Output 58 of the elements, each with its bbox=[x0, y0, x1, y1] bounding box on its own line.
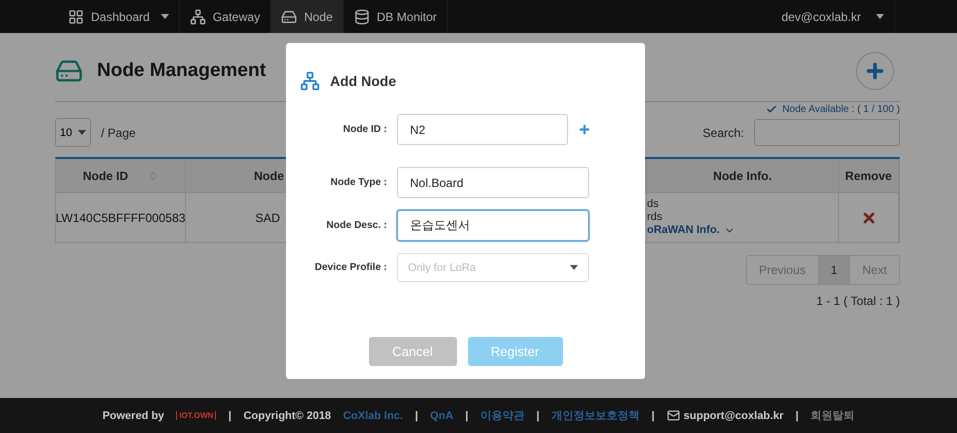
nav-tab[interactable]: DB Monitor bbox=[344, 0, 448, 33]
field-label: Node Desc. : bbox=[325, 220, 388, 231]
search-label: Search: bbox=[702, 126, 744, 140]
database-icon bbox=[354, 8, 370, 24]
column-header: Node bbox=[186, 159, 287, 193]
sitemap-icon bbox=[190, 8, 206, 24]
nav-tab[interactable]: Dashboard bbox=[58, 0, 180, 33]
page-size-label: / Page bbox=[101, 126, 136, 140]
sort-icon bbox=[148, 170, 158, 180]
info-text: rds bbox=[647, 211, 664, 224]
withdraw-link[interactable]: 회원탈퇴 bbox=[810, 408, 855, 423]
dialog-title: Add Node bbox=[330, 73, 396, 89]
table-cell: LW140C5BFFFF000583 bbox=[56, 193, 186, 243]
field-label: Node Type : bbox=[330, 177, 388, 188]
page-button[interactable]: 1 bbox=[818, 256, 850, 284]
caret-icon bbox=[570, 265, 578, 270]
hard-drive-icon bbox=[281, 8, 298, 24]
info-link[interactable]: oRaWAN Info. bbox=[647, 224, 838, 237]
column-header[interactable]: Node ID bbox=[56, 159, 186, 193]
separator: | bbox=[465, 410, 468, 422]
availability-text: Node Available : ( 1 / 100 ) bbox=[766, 104, 900, 115]
separator: | bbox=[414, 410, 418, 422]
field-label: Device Profile : bbox=[314, 262, 388, 273]
add-button[interactable] bbox=[856, 52, 894, 90]
footer-link[interactable]: 개인정보보호정책 bbox=[551, 408, 640, 423]
field-label: Node ID : bbox=[342, 124, 388, 135]
email-text: support@coxlab.kr bbox=[684, 410, 784, 422]
page-title: Node Management bbox=[97, 60, 266, 82]
check-icon bbox=[766, 104, 778, 115]
search-field[interactable] bbox=[754, 119, 900, 146]
caret-icon bbox=[78, 130, 86, 135]
column-header: Remove bbox=[839, 159, 899, 193]
summary-text: 1 - 1 ( Total : 1 ) bbox=[816, 294, 900, 308]
company-link[interactable]: CoXlab Inc. bbox=[343, 410, 403, 422]
input-field[interactable]: 온습도센서 bbox=[397, 210, 589, 241]
caret-icon bbox=[160, 14, 169, 19]
info-text: ds bbox=[647, 198, 660, 211]
input-field[interactable]: Nol.Board bbox=[397, 167, 589, 198]
mail-icon bbox=[666, 409, 680, 422]
input-field[interactable]: N2 bbox=[397, 114, 568, 145]
powered-by-text: Powered by bbox=[102, 410, 164, 422]
separator: | bbox=[795, 410, 799, 422]
logo: IOT.OWN bbox=[176, 411, 216, 420]
separator: | bbox=[228, 410, 232, 422]
copyright-text: Copyright© 2018 bbox=[243, 410, 332, 422]
sitemap-icon bbox=[300, 71, 320, 91]
user-menu[interactable]: dev@coxlab.kr bbox=[771, 0, 895, 33]
column-header: Node Info. bbox=[647, 159, 839, 193]
separator: | bbox=[536, 410, 540, 422]
nav-tab[interactable]: Node bbox=[271, 0, 344, 33]
caret-icon bbox=[876, 14, 884, 19]
page-size-select[interactable]: 10 bbox=[55, 118, 91, 147]
separator: | bbox=[651, 410, 655, 422]
footer-link[interactable]: QnA bbox=[430, 410, 454, 422]
grid-icon bbox=[68, 8, 84, 24]
remove-icon[interactable] bbox=[860, 210, 876, 226]
footer-link[interactable]: 이용약관 bbox=[480, 408, 524, 423]
plus-icon[interactable] bbox=[578, 123, 591, 136]
